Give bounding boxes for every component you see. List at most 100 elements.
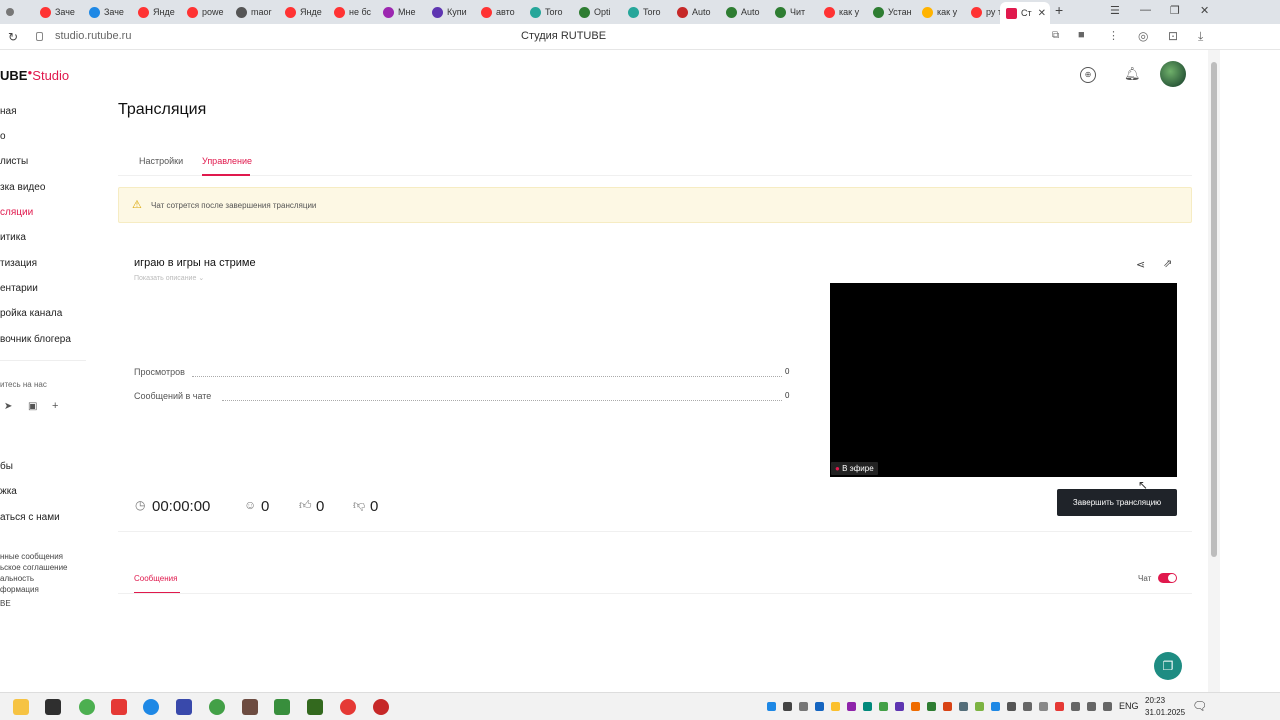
- external-link-icon[interactable]: ⇗: [1163, 257, 1172, 270]
- browser-tab[interactable]: Чит: [775, 3, 819, 21]
- sidebar-bottom-item[interactable]: жка: [0, 486, 17, 497]
- url-field[interactable]: studio.rutube.ru: [55, 30, 131, 42]
- sidebar-item[interactable]: о: [0, 131, 6, 142]
- sidebar-item[interactable]: ройка канала: [0, 308, 62, 319]
- tray-icon-5[interactable]: [831, 702, 840, 711]
- telegram-icon[interactable]: ➤: [4, 401, 12, 412]
- network-icon[interactable]: [1071, 702, 1080, 711]
- sidebar-bottom-item[interactable]: бы: [0, 461, 13, 472]
- browser-tab[interactable]: авто: [481, 3, 525, 21]
- browser-tab[interactable]: как у: [922, 3, 966, 21]
- scrollbar-thumb[interactable]: [1211, 62, 1217, 557]
- maximize-icon[interactable]: ❐: [1170, 4, 1180, 17]
- avatar[interactable]: [1160, 61, 1186, 87]
- clock-time[interactable]: 20:23: [1145, 696, 1165, 705]
- share-icon[interactable]: ⋖: [1136, 258, 1145, 271]
- tray-icon-12[interactable]: [943, 702, 952, 711]
- obs-icon[interactable]: [373, 699, 389, 715]
- tray-icon-4[interactable]: [815, 702, 824, 711]
- sidebar-item[interactable]: зка видео: [0, 182, 45, 193]
- footer-link[interactable]: формация: [0, 585, 39, 594]
- tray-icon-19[interactable]: [1055, 702, 1064, 711]
- tray-icon-6[interactable]: [847, 702, 856, 711]
- browser-tab[interactable]: не бс: [334, 3, 378, 21]
- browser-tab[interactable]: Auto: [677, 3, 721, 21]
- tab-close-icon[interactable]: ✕: [1038, 8, 1046, 19]
- sidebar-item[interactable]: вочник блогера: [0, 334, 71, 345]
- show-description-link[interactable]: Показать описание ⌄: [134, 274, 204, 282]
- battery-icon[interactable]: [1103, 702, 1112, 711]
- minecraft-icon[interactable]: [242, 699, 258, 715]
- browser-tab[interactable]: Toro: [628, 3, 672, 21]
- bookmark-icon[interactable]: ■: [1078, 29, 1085, 41]
- browser-tab[interactable]: Toro: [530, 3, 574, 21]
- chat-toggle[interactable]: [1158, 573, 1177, 583]
- support-chat-button[interactable]: ❐: [1154, 652, 1182, 680]
- sidebar-item[interactable]: листы: [0, 156, 28, 167]
- yandex-icon[interactable]: [111, 699, 127, 715]
- browser-tab[interactable]: Янде: [138, 3, 182, 21]
- tray-icon-10[interactable]: [911, 702, 920, 711]
- sidebar-item[interactable]: ентарии: [0, 283, 38, 294]
- browser-tab[interactable]: Заче: [89, 3, 133, 21]
- more-social-icon[interactable]: +: [52, 400, 58, 412]
- browser-tab[interactable]: как у: [824, 3, 868, 21]
- tab-search-icon[interactable]: ☰: [1110, 4, 1120, 17]
- browser-tab[interactable]: Мне: [383, 3, 427, 21]
- bell-icon[interactable]: 🔔︎: [1124, 66, 1141, 82]
- tray-icon-9[interactable]: [895, 702, 904, 711]
- tray-icon-1[interactable]: [767, 702, 776, 711]
- tray-icon-11[interactable]: [927, 702, 936, 711]
- bluetooth-icon[interactable]: [991, 702, 1000, 711]
- footer-link[interactable]: ьское соглашение: [0, 563, 67, 572]
- file-explorer-icon[interactable]: [13, 699, 29, 715]
- tray-icon-3[interactable]: [799, 702, 808, 711]
- reload-icon[interactable]: ↻: [8, 30, 18, 44]
- tab-overflow[interactable]: [6, 3, 14, 21]
- app-icon[interactable]: [45, 699, 61, 715]
- tray-icon-14[interactable]: [975, 702, 984, 711]
- sidebar-item[interactable]: тизация: [0, 258, 37, 269]
- extensions-icon[interactable]: ⊡: [1168, 29, 1178, 43]
- chrome-icon[interactable]: [79, 699, 95, 715]
- end-stream-button[interactable]: Завершить трансляцию: [1057, 489, 1177, 516]
- browser-tab[interactable]: maor: [236, 3, 280, 21]
- minecraft2-icon[interactable]: [274, 699, 290, 715]
- lock-icon[interactable]: [36, 32, 43, 41]
- download-icon[interactable]: ⤓: [1198, 29, 1203, 44]
- browser-tab[interactable]: Opti: [579, 3, 623, 21]
- tab-settings[interactable]: Настройки: [139, 156, 183, 166]
- new-tab-button[interactable]: +: [1055, 2, 1063, 18]
- translate-icon[interactable]: ⧉: [1052, 30, 1059, 41]
- chat-messages-tab[interactable]: Сообщения: [134, 574, 177, 583]
- browser-tab[interactable]: Auto: [726, 3, 770, 21]
- tray-icon-2[interactable]: [783, 702, 792, 711]
- browser-tab[interactable]: Устан: [873, 3, 917, 21]
- notifications-icon[interactable]: 🗨︎: [1192, 699, 1207, 713]
- clock-date[interactable]: 31.01.2025: [1145, 708, 1185, 717]
- tray-icon-8[interactable]: [879, 702, 888, 711]
- sidebar-bottom-item[interactable]: аться с нами: [0, 512, 60, 523]
- logo[interactable]: UBE●Studio: [0, 68, 69, 83]
- more-icon[interactable]: ⋮: [1108, 29, 1119, 42]
- browser-icon[interactable]: [143, 699, 159, 715]
- upload-icon[interactable]: ⊕: [1080, 67, 1096, 83]
- app2-icon[interactable]: [176, 699, 192, 715]
- tray-icon-18[interactable]: [1039, 702, 1048, 711]
- volume-icon[interactable]: [1087, 702, 1096, 711]
- video-player[interactable]: ● В эфире: [830, 283, 1177, 477]
- browser-tab[interactable]: Заче: [40, 3, 84, 21]
- browser-tab[interactable]: powe: [187, 3, 231, 21]
- minecraft3-icon[interactable]: [307, 699, 323, 715]
- page-scrollbar[interactable]: [1208, 50, 1220, 692]
- tray-icon-17[interactable]: [1023, 702, 1032, 711]
- footer-link[interactable]: нные сообщения: [0, 552, 63, 561]
- tray-icon-7[interactable]: [863, 702, 872, 711]
- footer-link[interactable]: BE: [0, 599, 11, 608]
- footer-link[interactable]: альность: [0, 574, 34, 583]
- app3-icon[interactable]: [209, 699, 225, 715]
- yandex-browser-icon[interactable]: [340, 699, 356, 715]
- usb-icon[interactable]: [1007, 702, 1016, 711]
- minimize-icon[interactable]: —: [1140, 4, 1151, 16]
- tab-active[interactable]: Ст ✕: [1000, 2, 1050, 24]
